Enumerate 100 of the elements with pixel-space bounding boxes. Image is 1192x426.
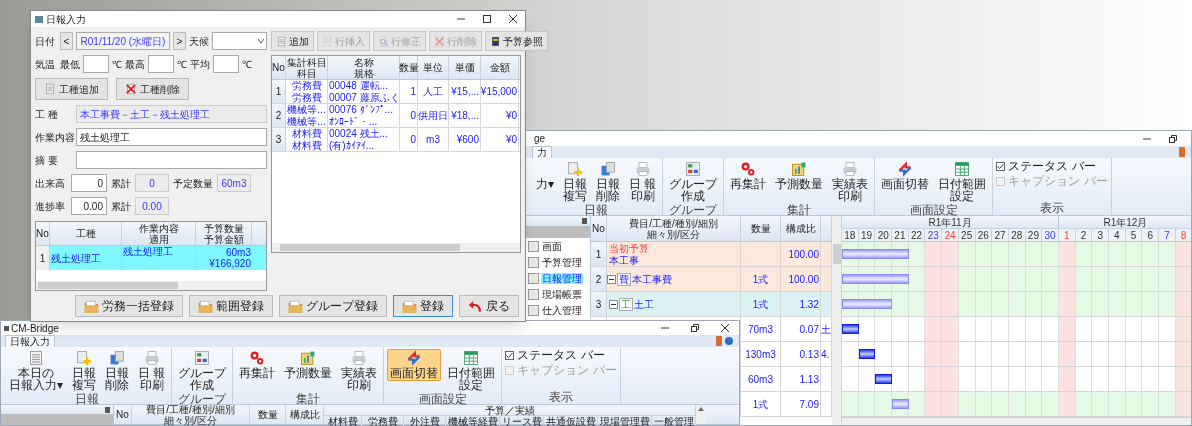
ribbon-button[interactable]: 実績表 印刷 — [338, 349, 381, 393]
ribbon-button[interactable]: 本日の 日報入力▾ — [6, 349, 66, 393]
checkbox-option[interactable]: ステータス バー — [996, 160, 1108, 172]
input-field[interactable] — [83, 55, 109, 73]
restore-icon[interactable] — [691, 324, 699, 332]
input-field[interactable] — [76, 151, 267, 169]
scroll-thumb[interactable] — [280, 244, 460, 251]
toolbar-button[interactable]: 工種追加 — [35, 78, 108, 100]
previous-day-button[interactable]: < — [60, 32, 73, 50]
column-header: No — [272, 62, 285, 73]
ribbon-button[interactable]: 日 報 印刷 — [135, 349, 169, 393]
window-title: CM-Bridge — [11, 322, 59, 334]
day-header: 4 — [1109, 229, 1126, 241]
restore-icon[interactable] — [1169, 134, 1177, 143]
scroll-thumb[interactable] — [832, 244, 841, 264]
weather-dropdown[interactable] — [212, 32, 267, 50]
ribbon-button[interactable]: 日付範囲 設定 — [444, 349, 499, 393]
horizontal-scrollbar[interactable] — [272, 243, 520, 252]
nav-item[interactable]: 仕入管理 — [541, 304, 583, 316]
scroll-thumb[interactable] — [38, 282, 178, 289]
input-field[interactable] — [148, 55, 174, 73]
ribbon-button[interactable]: 日付範囲 設定 — [935, 160, 990, 204]
page-icon — [528, 304, 539, 316]
toolbar-button[interactable]: 予算参照 — [485, 31, 548, 51]
dialog-button[interactable]: 戻る — [459, 295, 519, 317]
tab[interactable]: 力 — [532, 146, 552, 158]
ribbon-button[interactable]: 再集計 — [236, 349, 279, 381]
readonly-field[interactable]: 0.00 — [135, 197, 169, 215]
input-field[interactable]: 残土処理工 — [76, 128, 267, 146]
minimize-icon[interactable] — [457, 15, 465, 23]
field-label: 予定数量 — [173, 177, 213, 189]
input-field[interactable] — [213, 55, 239, 73]
row-number: 1 — [591, 242, 607, 266]
toolbar-button[interactable]: 工種削除 — [116, 78, 189, 100]
swap-arrows-icon — [406, 350, 423, 366]
next-day-button[interactable]: > — [173, 32, 186, 50]
ribbon-button[interactable]: 予測数量 — [772, 160, 827, 192]
ribbon-button[interactable]: 日報 削除 — [593, 160, 623, 204]
nav-item[interactable]: 画面 — [541, 240, 563, 252]
quantity-cell: 1式 — [741, 292, 781, 316]
toolbar-button[interactable]: 追加 — [271, 31, 314, 51]
tab[interactable]: 日報入力 — [5, 335, 55, 347]
nav-item[interactable]: 日報管理 — [541, 272, 583, 284]
document-icon — [276, 35, 287, 47]
checkbox[interactable] — [505, 350, 515, 360]
work-type-field[interactable]: 本工事費－土工－残土処理工 — [76, 105, 267, 123]
ratio-cell: 100.00 — [781, 242, 821, 266]
page-icon — [528, 288, 539, 300]
horizontal-scrollbar[interactable] — [36, 281, 266, 290]
input-field[interactable]: 0 — [71, 174, 107, 192]
ribbon-button[interactable]: 日 報 印刷 — [626, 160, 660, 204]
ribbon-button[interactable]: 画面切替 — [387, 349, 442, 381]
nav-item[interactable]: 現場帳票 — [541, 288, 583, 300]
column-header: No — [116, 409, 129, 420]
caret-icon — [258, 39, 264, 43]
ribbon-button[interactable]: グループ 作成 — [175, 349, 230, 393]
pin-icon — [105, 406, 110, 413]
table-cell: 残土処理工 — [123, 246, 173, 257]
readonly-field[interactable]: 60m3 — [217, 174, 251, 192]
column-header: No — [36, 228, 49, 239]
column-group-header: 予算／実績 — [324, 405, 696, 416]
close-icon[interactable] — [509, 15, 517, 23]
field-label: 出来高 — [35, 177, 66, 189]
input-field[interactable]: 0.00 — [71, 197, 107, 215]
ribbon-button[interactable]: 画面切替 — [878, 160, 933, 192]
checkbox[interactable] — [996, 161, 1006, 171]
folder-icon — [84, 298, 99, 314]
phone-icon — [1179, 147, 1185, 157]
list-icon — [28, 350, 44, 366]
table-cell: m3 — [426, 134, 440, 145]
close-icon[interactable] — [721, 324, 729, 332]
ribbon-button[interactable]: 再集計 — [727, 160, 770, 192]
ribbon-button[interactable]: グループ 作成 — [666, 160, 721, 204]
table-row[interactable]: 1 残土処理工 残土処理工 60m3 ¥166,920 — [36, 246, 266, 270]
date-field[interactable]: R01/11/20 (水曜日) — [76, 32, 170, 50]
readonly-field[interactable]: 0 — [135, 174, 169, 192]
table-cell: 労務費 — [291, 80, 322, 91]
window-title: ge — [534, 133, 546, 144]
ribbon-button[interactable]: 実績表 印刷 — [829, 160, 872, 204]
dialog-button[interactable]: グループ登録 — [279, 295, 387, 317]
gantt-bar[interactable] — [875, 374, 893, 384]
ribbon-button[interactable]: 日報 削除 — [102, 349, 132, 393]
ribbon-button[interactable]: 予測数量 — [281, 349, 336, 381]
minimize-icon[interactable] — [661, 324, 669, 332]
ribbon-button[interactable]: 力▾ — [533, 160, 557, 192]
column-header: 構成比 — [785, 223, 816, 234]
dialog-button[interactable]: 範囲登録 — [189, 295, 273, 317]
ribbon-button[interactable]: 日報 複写 — [560, 160, 590, 204]
nav-item[interactable]: 予算管理 — [541, 256, 583, 268]
gantt-bar[interactable] — [858, 349, 876, 359]
maximize-icon[interactable] — [483, 15, 491, 23]
field-label: 累計 — [111, 200, 131, 212]
ribbon-button[interactable]: 日報 複写 — [69, 349, 99, 393]
dialog-button[interactable]: 労務一括登録 — [75, 295, 183, 317]
vertical-scrollbar[interactable] — [696, 405, 706, 424]
checkbox-option[interactable]: ステータス バー — [505, 349, 617, 361]
gantt-bar[interactable] — [842, 324, 859, 334]
vertical-scrollbar[interactable] — [832, 216, 842, 425]
horizontal-scrollbar[interactable] — [842, 417, 1191, 425]
dialog-button[interactable]: 登録 — [393, 295, 453, 317]
